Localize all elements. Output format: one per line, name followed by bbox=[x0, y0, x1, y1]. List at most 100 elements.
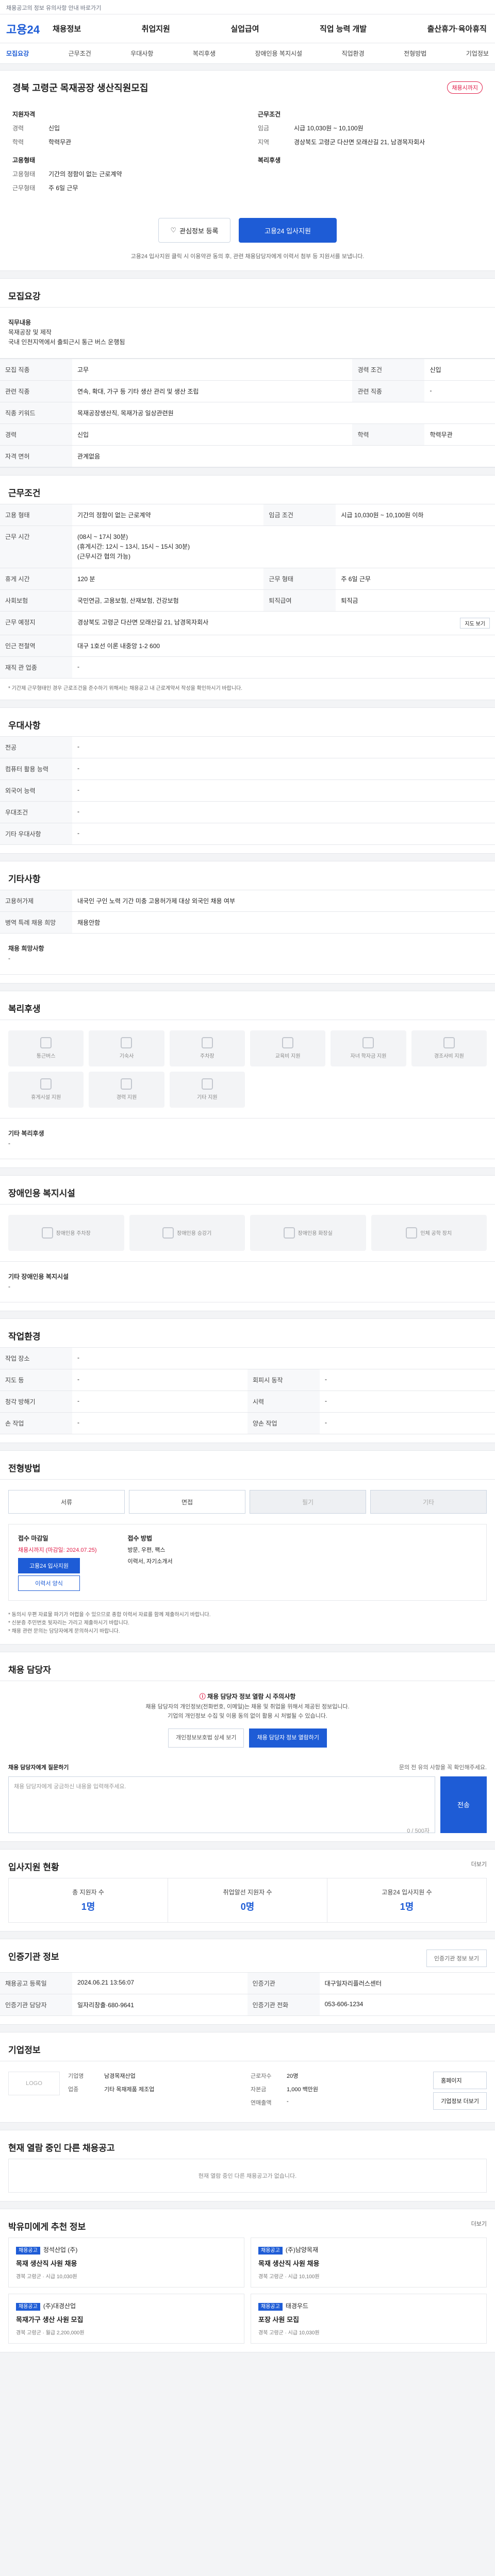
status-badge: 채용시까지 bbox=[447, 81, 483, 94]
cell-value: - bbox=[72, 736, 495, 758]
disabled-label: 장애인용 화장실 bbox=[298, 1231, 333, 1237]
company-more-button[interactable]: 기업정보 더보기 bbox=[433, 2092, 487, 2110]
similar-title: 현재 열람 중인 다른 채용공고 bbox=[8, 2143, 115, 2153]
contact-section: 채용 담당자 ⓘ 채용 담당자 정보 열람 시 주의사항 채용 담당자의 개인정… bbox=[0, 1652, 495, 1842]
table-row: 지도 등 - 회피시 동작 - bbox=[0, 1369, 495, 1391]
region-value: 경상북도 고령군 다산면 모래산길 21, 남경목자회사 bbox=[294, 139, 425, 146]
company-value: 20명 bbox=[287, 2073, 299, 2079]
privacy-detail-button[interactable]: 개인정보보호법 상세 보기 bbox=[168, 1728, 244, 1748]
contact-notice: ⓘ 채용 담당자 정보 열람 시 주의사항 채용 담당자의 개인정보(전화번호,… bbox=[0, 1681, 495, 1757]
company-key: 자본금 bbox=[251, 2086, 267, 2093]
gnb-item-training[interactable]: 직업 능력 개발 bbox=[320, 23, 367, 34]
cell-key: 근무 예정지 bbox=[0, 611, 72, 635]
recommend-grid: 채용공고 정석산업 (주) 목재 생산직 사원 채용 경북 고령군 · 시급 10,0… bbox=[0, 2237, 495, 2352]
recommend-meta: 경북 고령군 · 월급 2,200,000원 bbox=[16, 2330, 85, 2336]
cell-value: 고무 bbox=[72, 358, 353, 381]
send-button[interactable]: 전송 bbox=[440, 1776, 487, 1833]
table-row: 전공 - bbox=[0, 736, 495, 758]
cell-value: 관계없음 bbox=[72, 445, 495, 467]
job-summary-card: 경북 고령군 목재공장 생산직원모집 채용시까지 지원자격 경력 신입 학력 학력무… bbox=[0, 70, 495, 271]
deadline-title: 접수 마감일 bbox=[18, 1535, 48, 1543]
gnb-item-leave[interactable]: 출산휴가·육아휴직 bbox=[427, 23, 487, 34]
cell-value: 2024.06.21 13:56:07 bbox=[72, 1972, 248, 1994]
stat-item: 총 지원자 수 1명 bbox=[9, 1878, 168, 1922]
tab-env[interactable]: 직업환경 bbox=[342, 49, 365, 58]
welfare-item: 교육비 지원 bbox=[250, 1030, 326, 1066]
welfare-grid: 통근버스 기숙사 주차장 교육비 지원 자녀 학자금 지원 경조사비 지원 휴게… bbox=[0, 1019, 495, 1118]
tab-work[interactable]: 근무조건 bbox=[69, 49, 91, 58]
recommend-section: 박유미에게 추천 정보 더보기 채용공고 정석산업 (주) 목재 생산직 사원 채용 경… bbox=[0, 2208, 495, 2352]
restroom-icon bbox=[283, 1227, 295, 1239]
interest-button[interactable]: ♡ 관심정보 등록 bbox=[158, 218, 230, 243]
tab-disabled[interactable]: 장애인용 복지시설 bbox=[255, 49, 302, 58]
homepage-button[interactable]: 홈페이지 bbox=[433, 2071, 487, 2089]
recommend-card[interactable]: 채용공고 (주)대경산업 목재가구 생산 사원 모집 경북 고령군 · 월급 2,20… bbox=[8, 2293, 244, 2344]
disabled-grid: 장애인용 주차장 장애인용 승강기 장애인용 화장실 인체 공학 장치 bbox=[0, 1204, 495, 1261]
auth-title: 인증기관 정보 bbox=[8, 1952, 59, 1962]
wage-value: 시급 10,030원 ~ 10,100원 bbox=[294, 125, 364, 132]
method-step: 기타 bbox=[370, 1490, 487, 1514]
cell-value: 경상북도 고령군 다산면 모래산길 21, 남경목자회사 지도 보기 bbox=[72, 611, 495, 635]
cell-key: 인증기관 전화 bbox=[247, 1993, 320, 2016]
company-value: 기타 목재제품 제조업 bbox=[104, 2086, 155, 2093]
welfare-item: 경력 지원 bbox=[89, 1071, 164, 1108]
deadline-value: 채용시까지 (마감일: 2024.07.25) bbox=[18, 1547, 97, 1554]
hire-label: 채용 희망사항 bbox=[8, 945, 44, 953]
footnote-line: * 채용 관련 문의는 담당자에게 문의하시기 바랍니다. bbox=[8, 1629, 120, 1635]
contact-notice-title-text: 채용 담당자 정보 열람 시 주의사항 bbox=[207, 1693, 296, 1701]
cell-key: 인증기관 bbox=[247, 1972, 320, 1994]
stats-more-link[interactable]: 더보기 bbox=[471, 1860, 487, 1873]
view-contact-button[interactable]: 채용 담당자 정보 열람하기 bbox=[249, 1728, 327, 1748]
site-logo[interactable]: 고용24 bbox=[6, 21, 53, 37]
question-input[interactable]: 채용 담당자에게 궁금하신 내용을 입력해주세요. 0 / 500자 bbox=[8, 1776, 435, 1834]
pref-title: 우대사항 bbox=[8, 721, 41, 731]
resume-form-button[interactable]: 이력서 양식 bbox=[18, 1575, 80, 1591]
cell-key: 채용공고 등록일 bbox=[0, 1972, 72, 1994]
question-placeholder: 채용 담당자에게 궁금하신 내용을 입력해주세요. bbox=[14, 1783, 126, 1790]
tab-welfare[interactable]: 복리후생 bbox=[193, 49, 216, 58]
welfare-label: 경조사비 지원 bbox=[434, 1054, 464, 1059]
welfare-label: 교육비 지원 bbox=[275, 1054, 301, 1059]
tab-recruit[interactable]: 모집요강 bbox=[6, 49, 29, 58]
recommend-company: 정석산업 (주) bbox=[43, 2246, 78, 2253]
tab-pref[interactable]: 우대사항 bbox=[130, 49, 153, 58]
gnb-item-jobs[interactable]: 채용정보 bbox=[53, 23, 81, 34]
tab-method[interactable]: 전형방법 bbox=[404, 49, 426, 58]
tab-company[interactable]: 기업정보 bbox=[466, 49, 489, 58]
stats-title: 입사지원 현황 bbox=[8, 1862, 59, 1872]
recruit-title: 모집요강 bbox=[8, 292, 41, 301]
workplace-address: 경상북도 고령군 다산면 모래산길 21, 남경목자회사 bbox=[77, 619, 209, 626]
notice-text[interactable]: 채용공고의 정보 유의사항 안내 바로가기 bbox=[6, 5, 101, 11]
recommend-job-title: 포장 사원 모집 bbox=[258, 2315, 299, 2324]
cell-key: 학력 bbox=[352, 423, 425, 446]
gnb-item-support[interactable]: 취업지원 bbox=[142, 23, 170, 34]
cap-icon bbox=[362, 1037, 374, 1048]
welfare-label: 주차장 bbox=[200, 1054, 214, 1059]
gnb-item-benefit[interactable]: 실업급여 bbox=[230, 23, 259, 34]
recommend-card[interactable]: 채용공고 태경우드 포장 사원 모집 경북 고령군 · 시급 10,030원 bbox=[251, 2293, 487, 2344]
heart-icon: ♡ bbox=[170, 226, 177, 234]
env-table: 작업 장소 - 지도 등 - 회피시 동작 - 청각 방해기 - 시력 - 손 작업 - 양손 작… bbox=[0, 1347, 495, 1435]
notice-bar[interactable]: 채용공고의 정보 유의사항 안내 바로가기 bbox=[0, 0, 495, 14]
map-button[interactable]: 지도 보기 bbox=[460, 618, 490, 629]
auth-info-button[interactable]: 인증기관 정보 보기 bbox=[426, 1949, 487, 1967]
method-apply-button[interactable]: 고용24 입사지원 bbox=[18, 1558, 80, 1574]
welfare-item: 휴게시설 지원 bbox=[8, 1071, 84, 1108]
recommend-more-link[interactable]: 더보기 bbox=[471, 2219, 487, 2232]
recommend-tag: 채용공고 bbox=[16, 2302, 40, 2311]
footnote-line: * 동의시 우편 자료물 파기가 어렵을 수 있으므로 종합 이력서 자료를 함… bbox=[8, 1612, 211, 1618]
employ-type-value: 기간의 정함이 없는 근로계약 bbox=[48, 171, 122, 178]
msg-hint[interactable]: 문의 전 유의 사항을 꼭 확인해주세요. bbox=[399, 1763, 487, 1771]
apply-button[interactable]: 고용24 입사지원 bbox=[239, 218, 337, 243]
recommend-tag: 채용공고 bbox=[258, 2246, 283, 2255]
table-row: 채용공고 등록일 2024.06.21 13:56:07 인증기관 대구일자리플러스센… bbox=[0, 1972, 495, 1994]
cell-key: 작업 장소 bbox=[0, 1347, 72, 1369]
similar-empty: 현재 열람 중인 다른 채용공고가 없습니다. bbox=[8, 2158, 487, 2193]
stat-label: 취업알선 지원자 수 bbox=[223, 1888, 272, 1896]
cell-value: 일자리창출·680-9641 bbox=[72, 1993, 248, 2016]
cell-value: 대구 1호선 이론 내중앙 1-2 600 bbox=[72, 635, 495, 657]
auth-table: 채용공고 등록일 2024.06.21 13:56:07 인증기관 대구일자리플러스센… bbox=[0, 1972, 495, 2016]
recommend-card[interactable]: 채용공고 정석산업 (주) 목재 생산직 사원 채용 경북 고령군 · 시급 10,0… bbox=[8, 2237, 244, 2287]
disabled-item: 인체 공학 장치 bbox=[371, 1214, 487, 1251]
recommend-card[interactable]: 채용공고 (주)남양목재 목재 생산직 사원 채용 경북 고령군 · 시급 10,10… bbox=[251, 2237, 487, 2287]
